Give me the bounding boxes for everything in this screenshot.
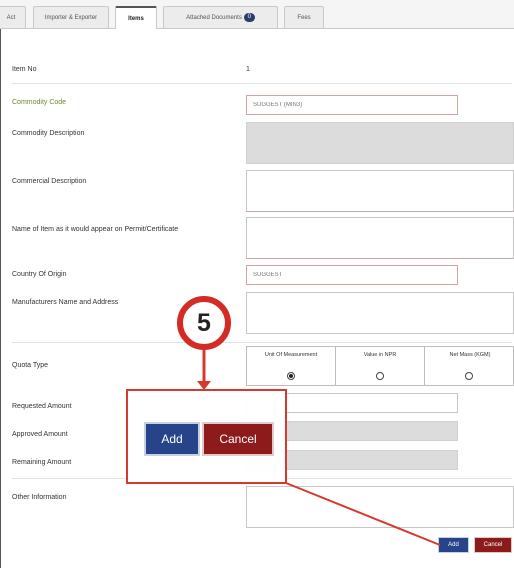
remaining-amount-label: Remaining Amount — [12, 459, 72, 466]
manufacturer-label: Manufacturers Name and Address — [12, 299, 119, 306]
quota-type-label: Quota Type — [12, 362, 49, 369]
permit-name-label: Name of Item as it would appear on Permi… — [12, 226, 179, 233]
permit-name-input[interactable] — [246, 217, 514, 259]
cancel-button-zoomed[interactable]: Cancel — [202, 422, 274, 456]
tab-act[interactable]: Act — [0, 6, 26, 28]
approved-amount-label: Approved Amount — [12, 431, 68, 438]
zoom-highlight-box: Add Cancel — [126, 389, 287, 484]
commodity-code-input[interactable] — [246, 95, 458, 115]
step-number-callout: 5 — [177, 296, 231, 350]
item-no-value: 1 — [246, 66, 250, 73]
other-information-label: Other Information — [12, 494, 67, 501]
divider — [12, 342, 512, 343]
divider — [12, 83, 512, 84]
commodity-description-field — [246, 122, 514, 164]
documents-count-badge: 0 — [243, 13, 255, 22]
quota-type-options: Unit Of Measurement Value in NPR Net Mas… — [246, 346, 514, 386]
item-no-label: Item No — [12, 66, 37, 73]
tab-items[interactable]: Items — [115, 6, 157, 29]
radio-button[interactable] — [465, 372, 473, 380]
tab-fees[interactable]: Fees — [284, 6, 324, 28]
quota-option-label: Unit Of Measurement — [264, 352, 318, 358]
commercial-description-label: Commercial Description — [12, 178, 87, 185]
commodity-code-label: Commodity Code — [12, 99, 67, 106]
quota-option-value[interactable]: Value in NPR — [336, 347, 425, 385]
add-button-zoomed[interactable]: Add — [144, 422, 200, 456]
quota-option-net-mass[interactable]: Net Mass (KGM) — [425, 347, 514, 385]
quota-option-label: Value in NPR — [363, 352, 397, 358]
quota-option-label: Net Mass (KGM) — [449, 352, 491, 358]
country-of-origin-label: Country Of Origin — [12, 271, 67, 278]
tab-attached-documents[interactable]: Attached Documents 0 — [163, 6, 278, 28]
commercial-description-input[interactable] — [246, 170, 514, 212]
country-of-origin-input[interactable] — [246, 265, 458, 285]
radio-button[interactable] — [376, 372, 384, 380]
quota-option-unit[interactable]: Unit Of Measurement — [247, 347, 336, 385]
cancel-button[interactable]: Cancel — [474, 537, 512, 553]
commodity-description-label: Commodity Description — [12, 130, 85, 137]
tab-label: Act — [6, 14, 16, 21]
tab-bar: Act Importer & Exporter Items Attached D… — [0, 0, 514, 29]
tab-importer-exporter[interactable]: Importer & Exporter — [33, 6, 109, 28]
tab-label: Attached Documents — [186, 14, 242, 21]
tab-label: Fees — [297, 14, 311, 21]
other-information-input[interactable] — [246, 486, 514, 528]
radio-button-selected[interactable] — [287, 372, 295, 380]
add-button[interactable]: Add — [438, 537, 469, 553]
tab-label: Importer & Exporter — [44, 14, 98, 21]
requested-amount-label: Requested Amount — [12, 403, 72, 410]
manufacturer-input[interactable] — [246, 292, 514, 334]
tab-label: Items — [128, 15, 144, 22]
